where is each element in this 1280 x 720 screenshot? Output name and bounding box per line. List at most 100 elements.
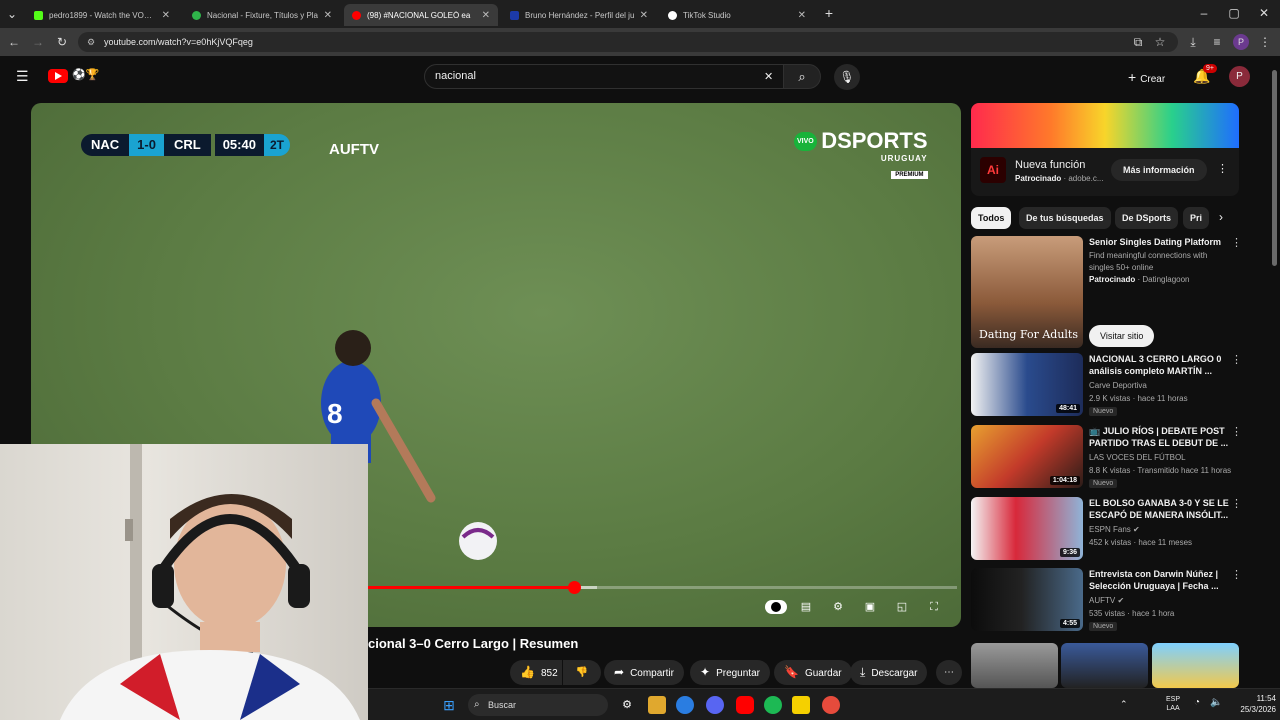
wifi-icon[interactable]: ◔ — [1194, 697, 1200, 708]
fullscreen-icon[interactable]: ⛶ — [925, 600, 943, 614]
more-vert-icon[interactable]: ⋮ — [1231, 353, 1242, 366]
browser-tab-active[interactable]: (98) #NACIONAL GOLEÓ ea ✕ — [344, 4, 498, 26]
promoted-card[interactable]: Dating For Adults Senior Singles Dating … — [971, 236, 1242, 348]
toggle-knob — [771, 602, 781, 612]
volume-icon[interactable]: 🔈 — [1210, 697, 1222, 708]
short-thumbnail[interactable] — [971, 643, 1058, 688]
dislike-button[interactable]: 👎 — [563, 660, 601, 685]
chip-from-searches[interactable]: De tus búsquedas — [1019, 207, 1111, 229]
clear-search-icon[interactable]: ✕ — [764, 70, 773, 83]
forward-icon[interactable]: → — [30, 34, 46, 50]
app-icon[interactable] — [822, 696, 840, 714]
chip-more[interactable]: Pri — [1183, 207, 1209, 229]
settings-gear-icon[interactable]: ⚙ — [829, 600, 847, 614]
voice-search-button[interactable]: 🎙 — [834, 64, 860, 90]
more-vert-icon[interactable]: ⋮ — [1231, 425, 1242, 438]
list-item[interactable]: 4:55 Entrevista con Darwin Núñez | Selec… — [971, 568, 1242, 634]
browser-tab[interactable]: Bruno Hernández - Perfil del ju ✕ — [502, 4, 656, 26]
subtitles-icon[interactable]: ▤ — [797, 600, 815, 614]
page-scrollbar-thumb[interactable] — [1272, 70, 1277, 266]
reading-list-icon[interactable]: ≡ — [1209, 34, 1225, 50]
list-item[interactable]: 48:41 NACIONAL 3 CERRO LARGO 0 análisis … — [971, 353, 1242, 419]
create-button[interactable]: + Crear — [1128, 66, 1165, 88]
broadcaster-region: URUGUAY — [880, 154, 928, 163]
tab-search-icon[interactable]: ⌄ — [4, 6, 20, 22]
chevron-up-icon[interactable]: ⌃ — [1120, 699, 1128, 710]
ad-card[interactable]: Ai Nueva función Patrocinado · adobe.c..… — [971, 103, 1239, 196]
settings-gear-icon[interactable]: ⚙ — [618, 696, 636, 714]
close-icon[interactable]: ✕ — [798, 10, 806, 21]
menu-kebab-icon[interactable]: ⋮ — [1257, 34, 1273, 50]
list-item[interactable]: 9:36 EL BOLSO GANABA 3-0 Y SE LE ESCAPÓ … — [971, 497, 1242, 563]
sparkle-icon: ✦ — [700, 665, 711, 679]
short-thumbnail[interactable] — [1152, 643, 1239, 688]
search-input[interactable]: nacional — [424, 64, 784, 89]
promo-cta-button[interactable]: Visitar sitio — [1089, 325, 1155, 347]
ask-button[interactable]: ✦ Preguntar — [690, 660, 770, 685]
doodle-icon[interactable]: ⚽🏆 — [72, 68, 99, 81]
autoplay-toggle[interactable] — [765, 600, 787, 614]
language-indicator[interactable]: ESP LAA — [1166, 695, 1180, 713]
broadcaster-logo: VIVO DSPORTS URUGUAY PREMIUM — [794, 128, 928, 181]
site-info-icon[interactable]: ⚙ — [87, 32, 95, 52]
youtube-icon[interactable] — [736, 696, 754, 714]
browser-tab[interactable]: Nacional - Fixture, Títulos y Pla ✕ — [184, 4, 340, 26]
browser-tab-strip: ⌄ pedro1899 - Watch the VOD on ✕ Naciona… — [0, 0, 1280, 28]
list-item[interactable]: 1:04:18 📺 JULIO RÍOS | DEBATE POST PARTI… — [971, 425, 1242, 491]
video-duration: 1:04:18 — [1049, 476, 1080, 485]
save-button[interactable]: 🔖 Guardar — [774, 660, 852, 685]
clock[interactable]: 11:54 25/3/2026 — [1230, 693, 1276, 715]
more-vert-icon[interactable]: ⋮ — [1231, 568, 1242, 581]
close-icon[interactable]: ✕ — [482, 10, 490, 21]
install-icon[interactable]: ⧉ — [1130, 34, 1146, 50]
more-actions-button[interactable]: ⋯ — [936, 660, 962, 685]
video-thumbnail: 48:41 — [971, 353, 1083, 416]
ad-cta-button[interactable]: Más información — [1111, 159, 1207, 181]
file-explorer-icon[interactable] — [648, 696, 666, 714]
ad-menu-icon[interactable]: ⋮ — [1217, 162, 1228, 175]
spotify-icon[interactable] — [764, 696, 782, 714]
video-duration: 4:55 — [1059, 619, 1080, 628]
browser-tab[interactable]: TikTok Studio ✕ — [660, 4, 814, 26]
youtube-icon — [352, 10, 361, 20]
windows-start-icon[interactable]: ⊞ — [440, 696, 458, 714]
maximize-icon[interactable]: ▢ — [1226, 5, 1242, 21]
chevron-right-icon[interactable]: › — [1219, 210, 1223, 224]
more-vert-icon[interactable]: ⋮ — [1231, 497, 1242, 510]
browser-tab[interactable]: pedro1899 - Watch the VOD on ✕ — [26, 4, 178, 26]
close-window-icon[interactable]: ✕ — [1256, 5, 1272, 21]
profile-avatar[interactable]: P — [1233, 34, 1249, 50]
address-bar[interactable]: ⚙ youtube.com/watch?v=e0hKjVQFqeg — [78, 32, 1178, 52]
channel-name: ESPN Fans ✔ — [1089, 525, 1140, 534]
close-icon[interactable]: ✕ — [640, 10, 648, 21]
chip-all[interactable]: Todos — [971, 207, 1012, 229]
app-icon[interactable] — [792, 696, 810, 714]
match-clock: 05:40 — [214, 134, 264, 156]
chip-from-dsports[interactable]: De DSports — [1115, 207, 1179, 229]
share-button[interactable]: ➦ Compartir — [604, 660, 684, 685]
more-vert-icon[interactable]: ⋮ — [1231, 236, 1242, 249]
account-avatar[interactable]: P — [1229, 66, 1250, 87]
share-arrow-icon: ➦ — [614, 665, 625, 679]
close-icon[interactable]: ✕ — [324, 10, 332, 21]
reload-icon[interactable]: ↻ — [54, 34, 70, 50]
download-icon[interactable]: ⤓ — [1185, 34, 1201, 50]
short-thumbnail[interactable] — [1061, 643, 1148, 688]
miniplayer-icon[interactable]: ▣ — [861, 600, 879, 614]
bookmark-star-icon[interactable]: ☆ — [1152, 34, 1168, 50]
home-team: NAC — [81, 134, 130, 156]
taskbar-search[interactable]: ⌕ Buscar — [468, 694, 608, 716]
minimize-icon[interactable]: – — [1196, 5, 1212, 21]
discord-icon[interactable] — [706, 696, 724, 714]
new-tab-button[interactable]: + — [821, 5, 837, 21]
search-button[interactable]: ⌕ — [783, 64, 821, 89]
close-icon[interactable]: ✕ — [162, 10, 170, 21]
hamburger-menu-icon[interactable]: ☰ — [16, 68, 32, 85]
chrome-icon[interactable] — [676, 696, 694, 714]
youtube-logo[interactable] — [48, 69, 68, 83]
back-icon[interactable]: ← — [6, 34, 22, 50]
like-button[interactable]: 👍 852 — [510, 660, 562, 685]
more-horizontal-icon: ⋯ — [944, 667, 954, 678]
cast-icon[interactable]: ◱ — [893, 600, 911, 614]
download-button[interactable]: ⤓ Descargar — [850, 660, 928, 685]
